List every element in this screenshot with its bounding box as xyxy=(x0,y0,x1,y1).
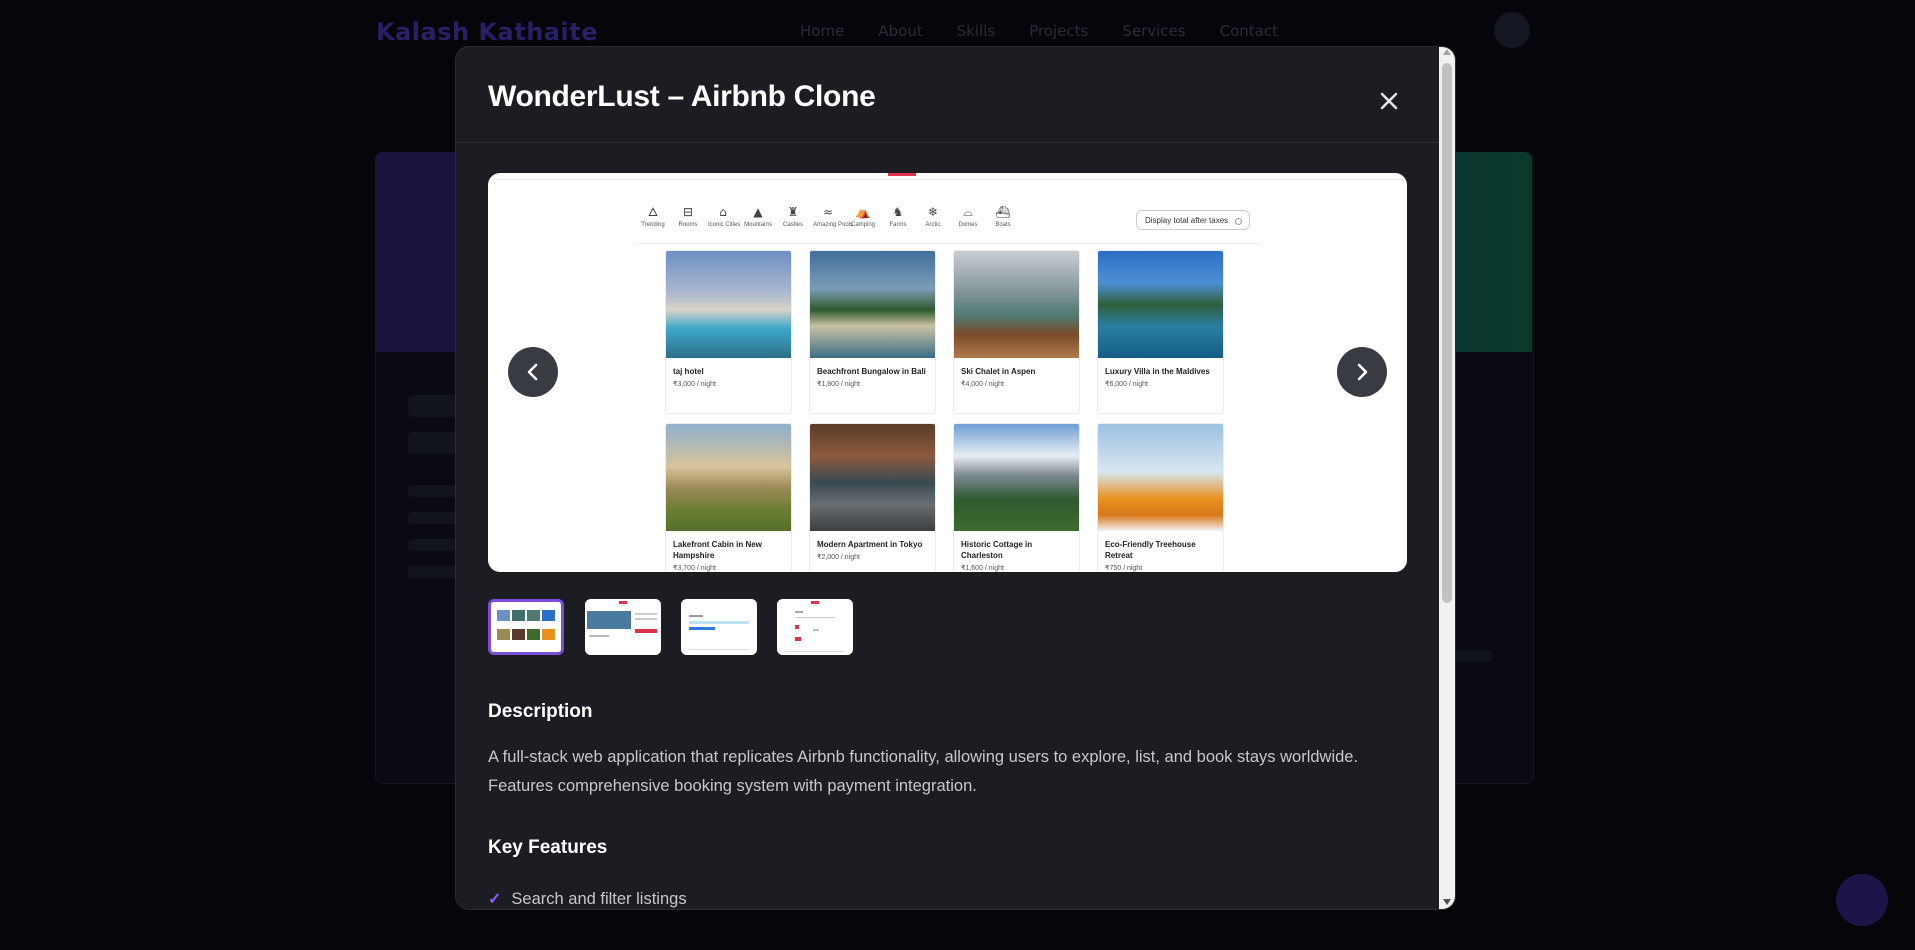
category-arctic: ❄ Arctic xyxy=(918,205,948,228)
background-nav-link-skills: Skills xyxy=(956,22,996,40)
screenshot-logo-bar xyxy=(888,173,916,176)
background-logo: Kalash Kathaite xyxy=(376,18,598,46)
close-icon xyxy=(1380,92,1398,110)
category-mountains: ▲ Mountains xyxy=(744,205,772,228)
category-boats: ⛴ Boats xyxy=(988,205,1018,228)
thumbnail-3[interactable] xyxy=(681,599,757,655)
listing-card: taj hotel ₹3,000 / night xyxy=(665,250,792,414)
listing-price: ₹3,000 / night xyxy=(673,381,716,388)
listing-price: ₹750 / night xyxy=(1105,565,1143,572)
bed-icon: ⊟ xyxy=(682,205,694,219)
carousel-prev-button[interactable] xyxy=(508,347,558,397)
toggle-switch-icon xyxy=(1235,218,1242,225)
scroll-up-arrow-icon[interactable] xyxy=(1443,49,1451,55)
listing-image xyxy=(954,424,1079,531)
city-icon: ⌂ xyxy=(719,205,727,219)
chevron-right-icon xyxy=(1357,363,1368,381)
tax-toggle: Display total after taxes xyxy=(1136,210,1250,230)
feature-label: Search and filter listings xyxy=(511,889,687,908)
project-modal: WonderLust – Airbnb Clone 🜂 Trending ⊟ Roo… xyxy=(455,46,1456,910)
pool-icon: ≈ xyxy=(822,205,834,219)
category-domes: ⌓ Domes xyxy=(953,205,983,228)
project-description: A full-stack web application that replic… xyxy=(488,748,1359,795)
checkmark-icon: ✓ xyxy=(488,891,502,908)
tax-toggle-label: Display total after taxes xyxy=(1145,216,1229,225)
thumbnail-4[interactable] xyxy=(777,599,853,655)
listing-title: taj hotel xyxy=(673,367,704,376)
snowflake-icon: ❄ xyxy=(927,205,939,219)
background-nav-link-services: Services xyxy=(1122,22,1186,40)
scrollbar-thumb[interactable] xyxy=(1442,63,1452,603)
features-heading: Key Features xyxy=(488,837,608,858)
listing-image xyxy=(1098,424,1223,531)
listing-image xyxy=(1098,251,1223,358)
category-filter-bar: 🜂 Trending ⊟ Rooms ⌂ Iconic Cities ▲ Mountai… xyxy=(638,205,1023,228)
listing-title: Luxury Villa in the Maldives xyxy=(1105,367,1210,376)
screenshot-navbar xyxy=(488,173,1407,180)
listing-title: Eco-Friendly Treehouse Retreat xyxy=(1105,540,1196,560)
listing-image xyxy=(810,424,935,531)
category-trending: 🜂 Trending xyxy=(638,205,668,228)
listing-card: Luxury Villa in the Maldives ₹6,000 / ni… xyxy=(1097,250,1224,414)
background-nav-link-projects: Projects xyxy=(1029,22,1089,40)
carousel-next-button[interactable] xyxy=(1337,347,1387,397)
category-camping: ⛺ Camping xyxy=(848,205,878,228)
listing-price: ₹3,700 / night xyxy=(673,565,716,572)
category-castles: ♜ Castles xyxy=(778,205,808,228)
listing-card: Historic Cottage in Charleston ₹1,600 / … xyxy=(953,423,1080,572)
listing-card: Beachfront Bungalow in Bali ₹1,800 / nig… xyxy=(809,250,936,414)
listing-title: Lakefront Cabin in New Hampshire xyxy=(673,540,762,560)
category-farms: ♞ Farms xyxy=(883,205,913,228)
modal-title: WonderLust – Airbnb Clone xyxy=(488,80,876,113)
listing-price: ₹4,000 / night xyxy=(961,381,1004,388)
background-nav-links: Home About Skills Projects Services Cont… xyxy=(800,22,1278,40)
listing-card: Ski Chalet in Aspen ₹4,000 / night xyxy=(953,250,1080,414)
background-nav-link-contact: Contact xyxy=(1219,22,1278,40)
listing-title: Modern Apartment in Tokyo xyxy=(817,540,923,549)
listing-card: Eco-Friendly Treehouse Retreat ₹750 / ni… xyxy=(1097,423,1224,572)
background-nav-link-about: About xyxy=(878,22,923,40)
scroll-down-arrow-icon[interactable] xyxy=(1443,899,1451,905)
tent-icon: ⛺ xyxy=(855,205,871,219)
listing-price: ₹1,800 / night xyxy=(817,381,860,388)
listing-title: Beachfront Bungalow in Bali xyxy=(817,367,926,376)
thumbnail-1[interactable] xyxy=(488,599,564,655)
listing-card: Lakefront Cabin in New Hampshire ₹3,700 … xyxy=(665,423,792,572)
chevron-left-icon xyxy=(527,363,538,381)
category-amazing-pools: ≈ Amazing Pools xyxy=(813,205,854,228)
background-scroll-top-button xyxy=(1836,874,1888,926)
castle-icon: ♜ xyxy=(787,205,799,219)
thumbnail-preview xyxy=(585,599,661,655)
category-rooms: ⊟ Rooms xyxy=(673,205,703,228)
listing-price: ₹6,000 / night xyxy=(1105,381,1148,388)
fire-icon: 🜂 xyxy=(647,205,659,219)
thumbnail-preview xyxy=(491,602,561,652)
modal-scrollbar[interactable] xyxy=(1439,47,1455,909)
igloo-icon: ⌓ xyxy=(963,205,973,219)
image-carousel: 🜂 Trending ⊟ Rooms ⌂ Iconic Cities ▲ Mountai… xyxy=(488,173,1407,572)
listing-image xyxy=(954,251,1079,358)
thumbnail-preview xyxy=(681,599,757,655)
thumbnail-preview xyxy=(777,599,853,655)
listing-title: Ski Chalet in Aspen xyxy=(961,367,1036,376)
listing-image xyxy=(666,424,791,531)
background-nav-link-home: Home xyxy=(800,22,845,40)
listing-price: ₹2,000 / night xyxy=(817,554,860,561)
listing-image xyxy=(666,251,791,358)
close-button[interactable] xyxy=(1374,86,1404,116)
ship-icon: ⛴ xyxy=(995,205,1011,219)
cow-icon: ♞ xyxy=(892,205,904,219)
listing-image xyxy=(810,251,935,358)
listing-card: Modern Apartment in Tokyo ₹2,000 / night xyxy=(809,423,936,572)
modal-header: WonderLust – Airbnb Clone xyxy=(456,47,1439,143)
listing-title: Historic Cottage in Charleston xyxy=(961,540,1033,560)
screenshot-divider xyxy=(635,243,1260,244)
category-iconic-cities: ⌂ Iconic Cities xyxy=(708,205,741,228)
description-heading: Description xyxy=(488,701,593,722)
feature-item: ✓ Search and filter listings xyxy=(488,889,687,909)
thumbnail-2[interactable] xyxy=(585,599,661,655)
listing-price: ₹1,600 / night xyxy=(961,565,1004,572)
mountain-icon: ▲ xyxy=(753,205,763,219)
background-theme-toggle xyxy=(1494,12,1530,48)
